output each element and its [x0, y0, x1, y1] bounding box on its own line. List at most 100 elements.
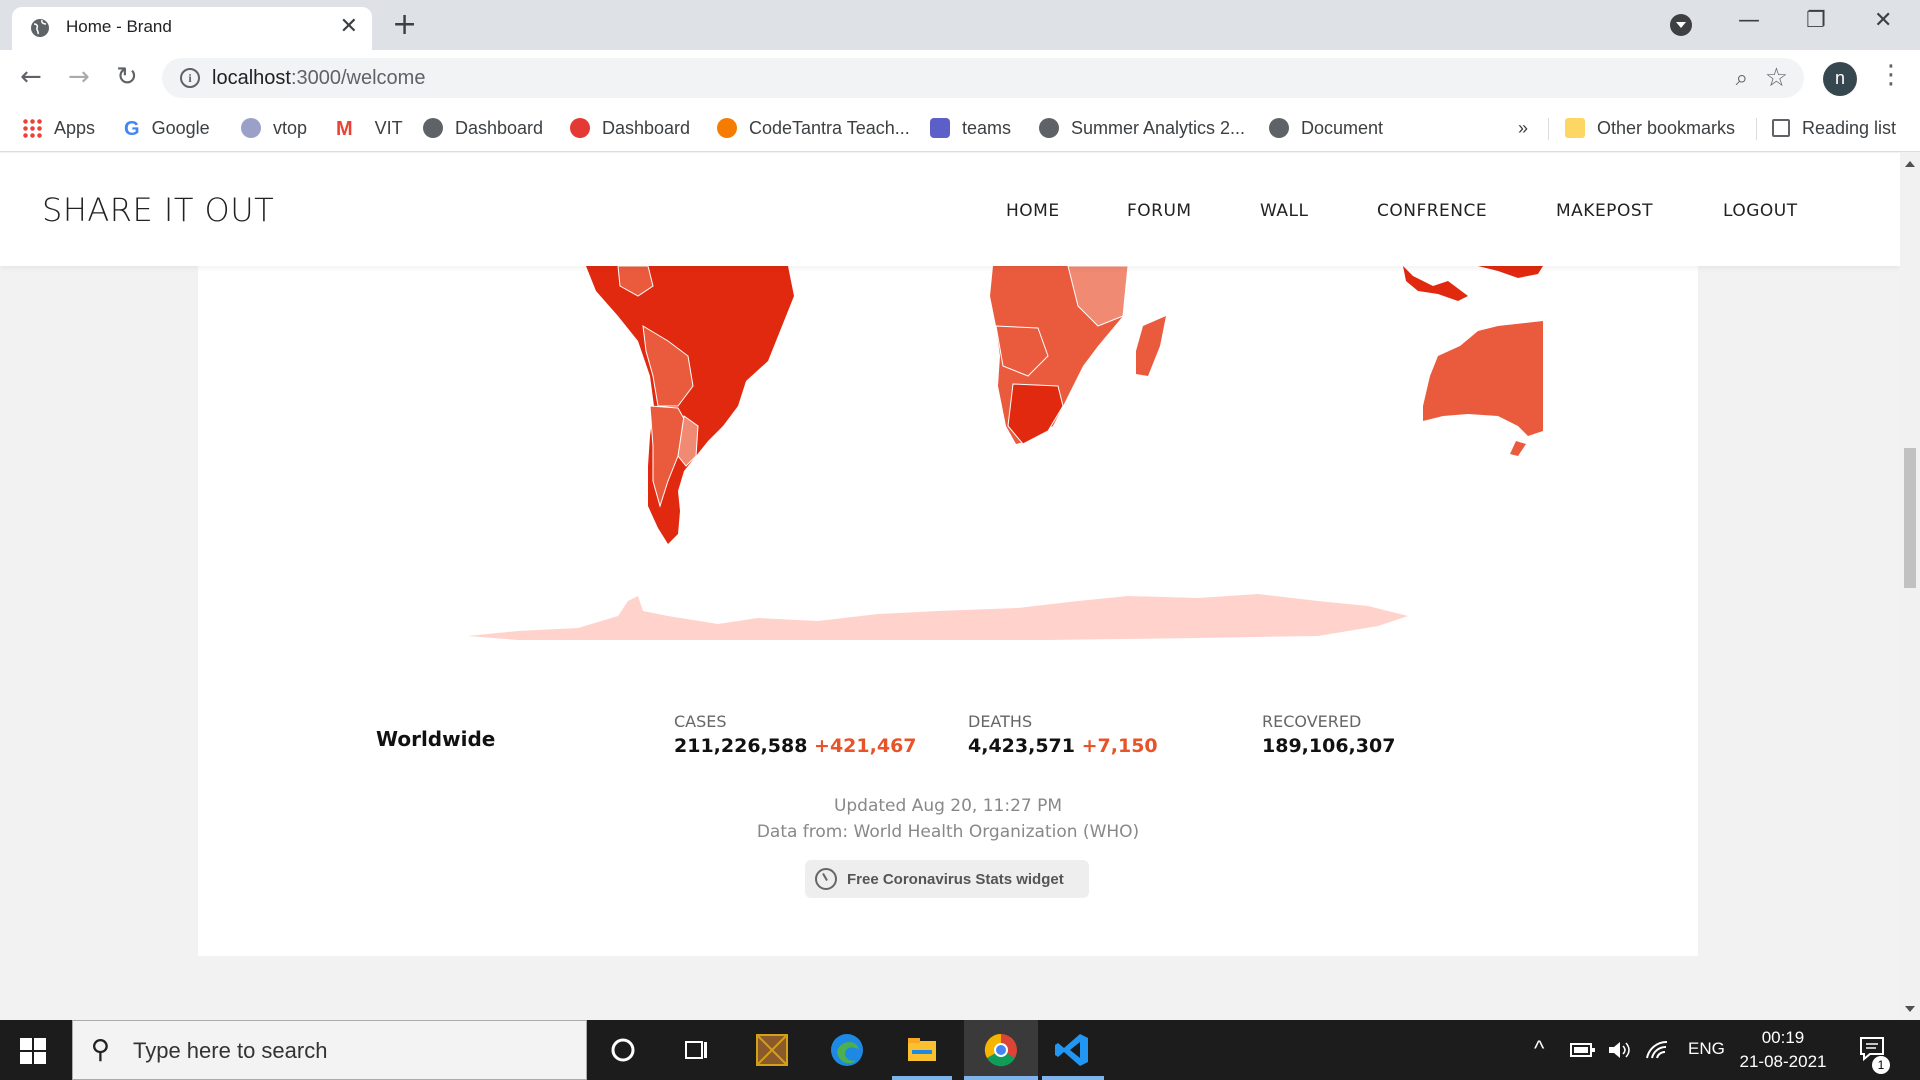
globe-icon [31, 19, 49, 37]
globe-icon [1269, 118, 1289, 138]
site-info-icon[interactable]: i [180, 68, 200, 88]
bookmark-google[interactable]: G Google [124, 115, 210, 141]
widget-link-label: Free Coronavirus Stats widget [847, 870, 1064, 888]
taskbar-clock[interactable]: 00:19 21-08-2021 [1728, 1026, 1838, 1074]
recovered-stat: RECOVERED 189,106,307 [1262, 712, 1395, 757]
browser-menu-icon[interactable]: ⋮ [1878, 60, 1904, 90]
nav-wall[interactable]: WALL [1260, 201, 1308, 221]
cases-stat: CASES 211,226,588 +421,467 [674, 712, 917, 757]
address-bar[interactable]: i localhost:3000/welcome ⌕ ☆ [162, 58, 1804, 98]
back-button[interactable]: ← [20, 62, 42, 92]
world-map [468, 266, 1543, 640]
covid-widget-card: Worldwide CASES 211,226,588 +421,467 DEA… [198, 266, 1698, 956]
globe-icon [423, 118, 443, 138]
minimize-button[interactable]: — [1738, 8, 1760, 34]
widget-logo-icon [815, 868, 837, 890]
bookmark-label: Apps [54, 117, 96, 138]
dashboard-icon [570, 118, 590, 138]
taskbar-search-placeholder: Type here to search [133, 1038, 328, 1063]
nav-makepost[interactable]: MAKEPOST [1556, 201, 1653, 221]
scroll-up-arrow-icon[interactable] [1905, 161, 1915, 167]
bookmark-label: Reading list [1802, 117, 1897, 138]
deaths-stat: DEATHS 4,423,571 +7,150 [968, 712, 1158, 757]
bookmark-label: Dashboard [455, 117, 544, 138]
apps-grid-icon [22, 118, 42, 138]
window-close-button[interactable]: ✕ [1874, 8, 1892, 34]
reload-button[interactable]: ↻ [116, 62, 138, 92]
tray-overflow-icon[interactable]: ^ [1534, 1036, 1544, 1062]
nav-confrence[interactable]: CONFRENCE [1377, 201, 1487, 221]
bookmarks-overflow-button[interactable]: » [1518, 115, 1528, 141]
recovered-label: RECOVERED [1262, 712, 1362, 731]
new-tab-button[interactable]: + [392, 8, 417, 42]
battery-icon[interactable] [1570, 1040, 1596, 1060]
url-text[interactable]: localhost:3000/welcome [212, 67, 425, 90]
taskbar-search-box[interactable]: ⚲ Type here to search [72, 1020, 587, 1080]
map-region-antarctica [468, 594, 1408, 640]
nav-forum[interactable]: FORUM [1127, 201, 1192, 221]
bookmark-label: CodeTantra Teach... [749, 117, 910, 138]
windows-start-icon[interactable] [20, 1038, 46, 1064]
bookmark-document[interactable]: Document [1269, 115, 1383, 141]
tab-close-icon[interactable]: ✕ [340, 15, 358, 39]
bookmark-codetantra[interactable]: CodeTantra Teach... [717, 115, 910, 141]
page-scrollbar[interactable] [1900, 153, 1920, 1020]
reading-list[interactable]: Reading list [1772, 115, 1896, 141]
edge-icon[interactable] [827, 1030, 867, 1070]
tab-title: Home - Brand [66, 17, 172, 36]
bookmarks-separator [1548, 118, 1549, 140]
nav-logout[interactable]: LOGOUT [1723, 201, 1798, 221]
file-explorer-icon[interactable] [902, 1030, 942, 1070]
bookmark-label: VIT [374, 117, 403, 138]
notification-count-badge: 1 [1872, 1056, 1890, 1074]
bookmark-label: vtop [273, 117, 308, 138]
deaths-value: 4,423,571 +7,150 [968, 735, 1158, 757]
region-label: Worldwide [376, 727, 496, 751]
map-region-australia [1423, 321, 1543, 436]
scrollbar-thumb[interactable] [1904, 448, 1916, 588]
bookmark-apps[interactable]: Apps [22, 115, 95, 141]
chrome-icon[interactable] [981, 1030, 1021, 1070]
bookmark-label: Document [1301, 117, 1384, 138]
bookmark-dashboard-2[interactable]: Dashboard [570, 115, 690, 141]
profile-avatar[interactable]: n [1823, 62, 1857, 96]
widget-link-button[interactable]: Free Coronavirus Stats widget [805, 860, 1089, 898]
dosbox-icon[interactable] [752, 1030, 792, 1070]
source-text: Data from: World Health Organization (WH… [756, 822, 1140, 842]
cortana-icon[interactable] [603, 1030, 643, 1070]
volume-icon[interactable] [1606, 1038, 1632, 1062]
search-icon: ⚲ [91, 1035, 111, 1065]
restore-button[interactable]: ❐ [1806, 8, 1826, 34]
codetantra-icon [717, 118, 737, 138]
bookmark-dashboard-1[interactable]: Dashboard [423, 115, 543, 141]
tab-strip: Home - Brand ✕ + — ❐ ✕ [0, 0, 1920, 50]
site-brand[interactable]: SHARE IT OUT [42, 191, 274, 229]
vscode-icon[interactable] [1052, 1030, 1092, 1070]
wifi-icon[interactable] [1644, 1038, 1670, 1062]
forward-button[interactable]: → [68, 62, 90, 92]
task-view-icon[interactable] [676, 1030, 716, 1070]
vtop-icon [241, 118, 261, 138]
bookmark-vtop[interactable]: vtop [241, 115, 307, 141]
vscode-running-indicator [1042, 1076, 1104, 1080]
nav-home[interactable]: HOME [1006, 201, 1060, 221]
language-indicator[interactable]: ENG [1688, 1039, 1725, 1059]
zoom-icon[interactable]: ⌕ [1736, 66, 1748, 91]
tab-search-icon[interactable] [1670, 14, 1692, 36]
reading-list-icon [1772, 119, 1790, 137]
scroll-down-arrow-icon[interactable] [1905, 1006, 1915, 1012]
bookmark-summer-analytics[interactable]: Summer Analytics 2... [1039, 115, 1245, 141]
windows-taskbar: ⚲ Type here to search ^ ENG 00:19 21-08-… [0, 1020, 1920, 1080]
updated-text: Updated Aug 20, 11:27 PM [833, 796, 1063, 816]
explorer-running-indicator [892, 1076, 952, 1080]
bookmarks-separator [1756, 118, 1757, 140]
bookmark-teams[interactable]: teams [930, 115, 1011, 141]
other-bookmarks[interactable]: Other bookmarks [1565, 115, 1735, 141]
clock-time: 00:19 [1761, 1028, 1805, 1047]
bookmark-star-icon[interactable]: ☆ [1765, 63, 1788, 93]
browser-tab[interactable]: Home - Brand ✕ [12, 7, 372, 50]
chrome-running-indicator [964, 1076, 1038, 1080]
bookmark-label: Summer Analytics 2... [1071, 117, 1246, 138]
bookmark-label: Other bookmarks [1597, 117, 1736, 138]
bookmark-vit[interactable]: M VIT [336, 115, 403, 141]
